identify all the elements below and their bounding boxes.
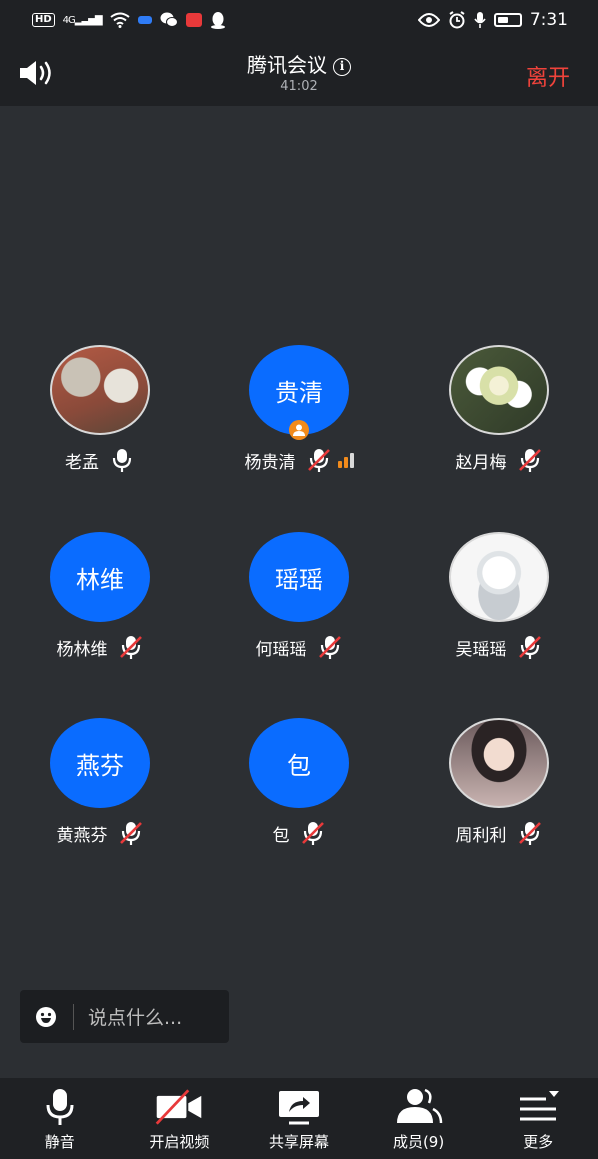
bottom-toolbar: 静音 开启视频 共享屏幕 成员(9) 更多 [0, 1078, 598, 1159]
participant-tile[interactable]: 包包 [199, 718, 399, 858]
participant-tile[interactable]: 贵清 杨贵清 [199, 345, 399, 485]
participant-avatar [449, 345, 549, 435]
leave-button[interactable]: 离开 [526, 60, 570, 92]
participant-name: 何瑶瑶 [255, 639, 307, 660]
alarm-icon [449, 11, 465, 29]
wifi-icon [109, 12, 130, 28]
microphone-muted-icon [517, 820, 543, 846]
participant-tile[interactable]: 老孟 [0, 345, 200, 485]
participant-name-row: 吴瑶瑶 [399, 634, 598, 660]
microphone-muted-icon [300, 820, 326, 846]
share-screen-button[interactable]: 共享屏幕 [244, 1078, 354, 1159]
participant-name: 包 [272, 825, 290, 846]
participant-avatar: 燕芬 [50, 718, 150, 808]
share-label: 共享屏幕 [268, 1133, 329, 1151]
hd-icon: HD [32, 13, 55, 27]
more-button[interactable]: 更多 [483, 1078, 593, 1159]
meeting-timer: 41:02 [280, 79, 318, 94]
participant-name: 杨贵清 [244, 452, 296, 473]
members-button[interactable]: 成员(9) [364, 1078, 474, 1159]
microphone-on-icon [109, 447, 135, 473]
microphone-muted-icon [118, 820, 144, 846]
start-video-button[interactable]: 开启视频 [124, 1078, 234, 1159]
participant-name-row: 黄燕芬 [0, 820, 200, 846]
participant-tile[interactable]: 吴瑶瑶 [399, 532, 598, 672]
participant-tile[interactable]: 瑶瑶何瑶瑶 [199, 532, 399, 672]
microphone-muted-icon [317, 634, 343, 660]
participant-avatar [449, 718, 549, 808]
emoji-icon[interactable] [35, 1006, 57, 1028]
participant-name-row: 包 [199, 820, 399, 846]
status-bar: HD 4G▂▃▅▇ 7:31 [0, 0, 598, 40]
video-off-icon [156, 1089, 202, 1125]
microphone-muted-icon [118, 634, 144, 660]
reader-app-icon [185, 13, 202, 27]
participant-tile[interactable]: 燕芬黄燕芬 [0, 718, 200, 858]
video-label: 开启视频 [149, 1133, 210, 1151]
participant-name: 黄燕芬 [56, 825, 108, 846]
participant-tile[interactable]: 周利利 [399, 718, 598, 858]
mic-status-icon [474, 12, 486, 28]
participant-name: 吴瑶瑶 [455, 639, 507, 660]
participant-name: 老孟 [65, 452, 99, 473]
meeting-header: 腾讯会议 i 41:02 离开 [0, 40, 598, 106]
mute-button[interactable]: 静音 [5, 1078, 115, 1159]
meeting-title: 腾讯会议 [247, 53, 327, 77]
share-screen-icon [278, 1091, 319, 1125]
participant-tile[interactable]: 赵月梅 [399, 345, 598, 485]
mute-label: 静音 [44, 1133, 75, 1151]
microphone-muted-icon [517, 447, 543, 473]
participant-avatar [50, 345, 150, 435]
microphone-muted-icon [517, 634, 543, 660]
participant-name-row: 何瑶瑶 [199, 634, 399, 660]
participant-avatar [449, 532, 549, 622]
participant-name: 杨林维 [56, 639, 108, 660]
more-label: 更多 [523, 1133, 554, 1151]
more-menu-icon [520, 1091, 560, 1121]
eye-icon [417, 13, 440, 27]
chat-placeholder: 说点什么... [88, 1007, 183, 1029]
network-quality-icon [337, 452, 354, 468]
participant-name-row: 杨贵清 [199, 447, 399, 473]
participant-name-row: 赵月梅 [399, 447, 598, 473]
host-badge-icon [289, 420, 309, 440]
battery-icon [493, 13, 522, 27]
microphone-icon [46, 1089, 74, 1125]
participant-avatar: 瑶瑶 [249, 532, 349, 622]
participant-name: 赵月梅 [455, 452, 507, 473]
members-label: 成员(9) [392, 1133, 445, 1151]
info-icon[interactable]: i [333, 58, 351, 76]
participant-avatar: 林维 [50, 532, 150, 622]
participant-name: 周利利 [455, 825, 507, 846]
clock: 7:31 [529, 10, 568, 30]
app-notification-icon [137, 16, 152, 24]
participant-tile[interactable]: 林维杨林维 [0, 532, 200, 672]
signal-icon: 4G▂▃▅▇ [62, 14, 103, 26]
chat-input[interactable]: 说点什么... [20, 990, 229, 1043]
qq-icon [210, 12, 225, 29]
microphone-muted-icon [306, 447, 332, 473]
participant-name-row: 杨林维 [0, 634, 200, 660]
participant-name-row: 老孟 [0, 447, 200, 473]
participant-avatar: 包 [249, 718, 349, 808]
participant-name-row: 周利利 [399, 820, 598, 846]
chat-divider [73, 1003, 74, 1030]
members-icon [396, 1088, 442, 1124]
wechat-icon [160, 12, 178, 27]
